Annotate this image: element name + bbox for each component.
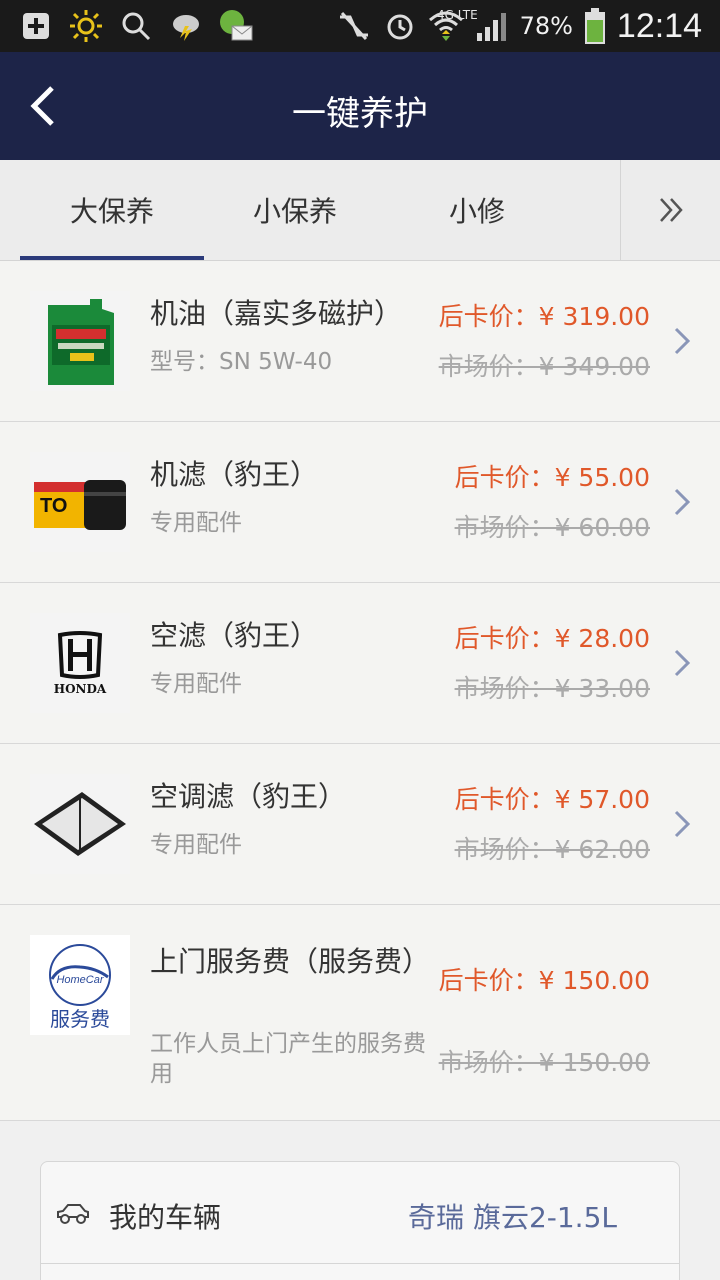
- product-subtitle: 专用配件: [150, 671, 242, 697]
- status-bar: 4G LTE 78% 12:14: [0, 0, 720, 52]
- tab-major-service[interactable]: 大保养: [20, 160, 204, 260]
- alarm-icon: [382, 8, 418, 44]
- product-name: 上门服务费（服务费）: [150, 945, 431, 978]
- market-price: 市场价：¥ 150.00: [438, 1048, 650, 1077]
- card-price: 后卡价：¥ 319.00: [438, 302, 650, 331]
- app-header: 一键养护: [0, 52, 720, 160]
- cabin-filter-image: [30, 774, 130, 874]
- product-subtitle: 专用配件: [150, 510, 242, 536]
- vehicle-value: 奇瑞 旗云2-1.5L: [408, 1201, 617, 1234]
- product-subtitle: 型号：SN 5W-40: [150, 349, 333, 375]
- wifi-icon: [428, 8, 464, 44]
- market-price: 市场价：¥ 33.00: [454, 674, 650, 703]
- add-icon: [18, 8, 54, 44]
- svg-text:TO: TO: [40, 495, 67, 517]
- page-title: 一键养护: [292, 94, 428, 134]
- mute-icon: [336, 8, 372, 44]
- card-price: 后卡价：¥ 55.00: [454, 463, 650, 492]
- list-item[interactable]: 机油（嘉实多磁护） 型号：SN 5W-40 后卡价：¥ 319.00 市场价：¥…: [0, 261, 720, 422]
- honda-logo-image: HONDA: [30, 613, 130, 713]
- product-name: 空滤（豹王）: [150, 619, 319, 652]
- product-subtitle: 工作人员上门产生的服务费用: [150, 1031, 426, 1087]
- chevron-right-icon: [674, 327, 691, 355]
- homecar-service-text: 服务费: [50, 1007, 110, 1031]
- mail-icon: [218, 8, 254, 44]
- engine-oil-image: [30, 291, 130, 391]
- market-price: 市场价：¥ 60.00: [454, 513, 650, 542]
- signal-icon: [474, 8, 510, 44]
- card-price: 后卡价：¥ 150.00: [438, 966, 650, 995]
- list-item[interactable]: TO 机滤（豹王） 专用配件 后卡价：¥ 55.00 市场价：¥ 60.00: [0, 422, 720, 583]
- card-price: 后卡价：¥ 28.00: [454, 624, 650, 653]
- product-subtitle: 专用配件: [150, 832, 242, 858]
- vehicle-card: 我的车辆 奇瑞 旗云2-1.5L: [40, 1161, 680, 1280]
- tab-minor-service[interactable]: 小保养: [203, 160, 387, 260]
- product-name: 空调滤（豹王）: [150, 780, 347, 813]
- car-icon: [57, 1204, 89, 1224]
- tab-bar: 大保养 小保养 小修: [0, 160, 720, 261]
- vehicle-label: 我的车辆: [109, 1201, 222, 1234]
- chevron-right-icon: [674, 810, 691, 838]
- chevron-right-icon: [674, 649, 691, 677]
- tabs-more-button[interactable]: [620, 160, 720, 260]
- tab-minor-repair[interactable]: 小修: [385, 160, 569, 260]
- oil-filter-image: TO: [30, 452, 130, 552]
- weather-icon: [168, 8, 204, 44]
- double-chevron-right-icon: [659, 198, 683, 222]
- list-item[interactable]: 空调滤（豹王） 专用配件 后卡价：¥ 57.00 市场价：¥ 62.00: [0, 744, 720, 905]
- battery-icon: [583, 8, 607, 44]
- list-item: HomeCar 服务费 上门服务费（服务费） 工作人员上门产生的服务费用 后卡价…: [0, 905, 720, 1121]
- sun-icon: [68, 8, 104, 44]
- list-item[interactable]: HONDA 空滤（豹王） 专用配件 后卡价：¥ 28.00 市场价：¥ 33.0…: [0, 583, 720, 744]
- honda-logo-text: HONDA: [54, 682, 107, 696]
- homecar-service-image: HomeCar 服务费: [30, 935, 130, 1035]
- search-icon: [118, 8, 154, 44]
- my-vehicle-row[interactable]: 我的车辆 奇瑞 旗云2-1.5L: [41, 1162, 679, 1264]
- product-name: 机滤（豹王）: [150, 458, 319, 491]
- product-name: 机油（嘉实多磁护）: [150, 297, 403, 330]
- product-list: 机油（嘉实多磁护） 型号：SN 5W-40 后卡价：¥ 319.00 市场价：¥…: [0, 261, 720, 1121]
- market-price: 市场价：¥ 62.00: [454, 835, 650, 864]
- chevron-right-icon: [674, 488, 691, 516]
- clock: 12:14: [616, 6, 702, 45]
- card-price: 后卡价：¥ 57.00: [454, 785, 650, 814]
- market-price: 市场价：¥ 349.00: [438, 352, 650, 381]
- homecar-logo-text: HomeCar: [56, 974, 104, 986]
- battery-percent: 78%: [519, 12, 573, 40]
